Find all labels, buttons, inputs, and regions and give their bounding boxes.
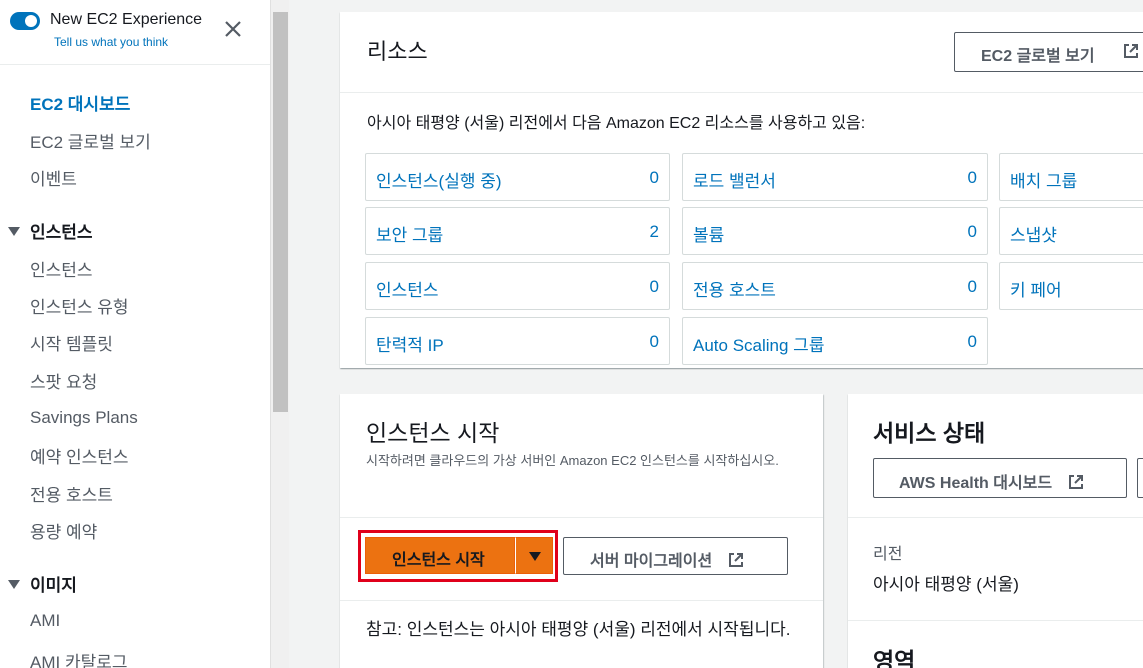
divider bbox=[340, 600, 823, 601]
resource-cell[interactable]: 배치 그룹 bbox=[999, 153, 1143, 201]
divider bbox=[340, 92, 1143, 93]
external-link-icon bbox=[1068, 475, 1083, 489]
resource-label: 인스턴스(실행 중) bbox=[376, 172, 502, 191]
resource-cell[interactable]: 키 페어 bbox=[999, 262, 1143, 310]
resource-label: 배치 그룹 bbox=[1010, 172, 1078, 191]
sidebar-item-launch-templates[interactable]: 시작 템플릿 bbox=[30, 330, 113, 355]
resources-description: 아시아 태평양 (서울) 리전에서 다음 Amazon EC2 리소스를 사용하… bbox=[367, 115, 866, 132]
divider bbox=[848, 517, 1143, 518]
resource-cell[interactable]: 인스턴스(실행 중) 0 bbox=[365, 153, 670, 201]
resource-cell[interactable]: 인스턴스 0 bbox=[365, 262, 670, 310]
service-health-panel: 서비스 상태 AWS Health 대시보드 리전 아시아 태평양 (서울) 영… bbox=[848, 394, 1143, 668]
new-experience-title: New EC2 Experience bbox=[50, 11, 203, 28]
sidebar-item-savings-plans[interactable]: Savings Plans bbox=[30, 408, 138, 428]
caret-down-icon bbox=[8, 227, 20, 236]
sidebar-section-images[interactable]: 이미지 bbox=[8, 571, 77, 596]
resource-cell[interactable]: Auto Scaling 그룹 0 bbox=[682, 317, 988, 365]
global-view-label: EC2 글로벌 보기 bbox=[981, 48, 1095, 65]
sidebar-item-ami[interactable]: AMI bbox=[30, 611, 60, 631]
new-experience-banner: New EC2 Experience Tell us what you thin… bbox=[10, 8, 260, 60]
resource-label: 보안 그룹 bbox=[376, 226, 444, 245]
migrate-server-button[interactable]: 서버 마이그레이션 bbox=[563, 537, 788, 575]
sidebar-item-instances[interactable]: 인스턴스 bbox=[30, 256, 93, 281]
sidebar-item-spot-requests[interactable]: 스팟 요청 bbox=[30, 368, 97, 393]
region-value: 아시아 태평양 (서울) bbox=[873, 575, 1019, 594]
sidebar-section-label: 이미지 bbox=[30, 576, 77, 595]
secondary-button[interactable] bbox=[1137, 458, 1143, 498]
resource-count: 0 bbox=[649, 332, 659, 351]
sidebar-scrollbar[interactable] bbox=[270, 0, 289, 668]
caret-down-icon bbox=[529, 552, 541, 561]
resource-label: 인스턴스 bbox=[376, 281, 439, 300]
sidebar-section-label: 인스턴스 bbox=[30, 223, 93, 242]
resource-count: 0 bbox=[967, 277, 977, 296]
resource-label: 볼륨 bbox=[693, 226, 725, 245]
resource-count: 0 bbox=[967, 332, 977, 351]
external-link-icon bbox=[1124, 44, 1138, 58]
region-label: 리전 bbox=[873, 546, 903, 563]
sidebar-item-instance-types[interactable]: 인스턴스 유형 bbox=[30, 293, 129, 318]
sidebar: New EC2 Experience Tell us what you thin… bbox=[0, 0, 270, 668]
sidebar-item-ec2-global-view[interactable]: EC2 글로벌 보기 bbox=[30, 128, 151, 153]
resource-count: 0 bbox=[967, 222, 977, 241]
launch-description: 시작하려면 클라우드의 가상 서버인 Amazon EC2 인스턴스를 시작하십… bbox=[366, 453, 779, 468]
new-experience-toggle[interactable] bbox=[10, 12, 40, 30]
sidebar-item-reserved-instances[interactable]: 예약 인스턴스 bbox=[30, 443, 129, 468]
resource-count: 0 bbox=[967, 168, 977, 187]
resource-cell[interactable]: 전용 호스트 0 bbox=[682, 262, 988, 310]
service-health-title: 서비스 상태 bbox=[873, 420, 986, 446]
resource-label: 탄력적 IP bbox=[376, 336, 444, 355]
scrollbar-thumb[interactable] bbox=[273, 12, 288, 412]
health-dashboard-label: AWS Health 대시보드 bbox=[899, 475, 1053, 492]
sidebar-item-capacity-reservations[interactable]: 용량 예약 bbox=[30, 518, 97, 543]
launch-instance-panel: 인스턴스 시작 시작하려면 클라우드의 가상 서버인 Amazon EC2 인스… bbox=[340, 394, 823, 668]
resource-label: 키 페어 bbox=[1010, 281, 1062, 300]
sidebar-divider bbox=[0, 64, 270, 65]
launch-instance-button[interactable]: 인스턴스 시작 bbox=[365, 537, 515, 574]
resource-count: 2 bbox=[649, 222, 659, 241]
resource-count: 0 bbox=[649, 168, 659, 187]
resource-cell[interactable]: 탄력적 IP 0 bbox=[365, 317, 670, 365]
resource-cell[interactable]: 보안 그룹 2 bbox=[365, 207, 670, 255]
ec2-global-view-button[interactable]: EC2 글로벌 보기 bbox=[954, 32, 1143, 72]
sidebar-section-instances[interactable]: 인스턴스 bbox=[8, 218, 93, 243]
sidebar-item-ec2-dashboard[interactable]: EC2 대시보드 bbox=[30, 90, 130, 115]
resource-label: 전용 호스트 bbox=[693, 281, 776, 300]
resource-cell[interactable]: 볼륨 0 bbox=[682, 207, 988, 255]
caret-down-icon bbox=[8, 580, 20, 589]
sidebar-item-ami-catalog[interactable]: AMI 카탈로그 bbox=[30, 648, 128, 668]
resource-label: 로드 밸런서 bbox=[693, 172, 776, 191]
resource-label: Auto Scaling 그룹 bbox=[693, 336, 825, 355]
feedback-link[interactable]: Tell us what you think bbox=[54, 35, 168, 49]
resource-label: 스냅샷 bbox=[1010, 226, 1057, 245]
resource-cell[interactable]: 스냅샷 bbox=[999, 207, 1143, 255]
close-icon[interactable] bbox=[222, 18, 244, 40]
launch-title: 인스턴스 시작 bbox=[366, 420, 500, 446]
external-link-icon bbox=[728, 553, 743, 567]
zones-title: 영역 bbox=[873, 648, 916, 668]
divider bbox=[848, 620, 1143, 621]
sidebar-item-dedicated-hosts[interactable]: 전용 호스트 bbox=[30, 481, 113, 506]
aws-health-dashboard-button[interactable]: AWS Health 대시보드 bbox=[873, 458, 1127, 498]
launch-note: 참고: 인스턴스는 아시아 태평양 (서울) 리전에서 시작됩니다. bbox=[366, 620, 791, 639]
launch-instance-dropdown[interactable] bbox=[515, 537, 553, 574]
sidebar-item-events[interactable]: 이벤트 bbox=[30, 165, 77, 190]
resources-title: 리소스 bbox=[367, 39, 428, 64]
migrate-label: 서버 마이그레이션 bbox=[590, 553, 713, 570]
resources-panel: 리소스 EC2 글로벌 보기 아시아 태평양 (서울) 리전에서 다음 Amaz… bbox=[340, 12, 1143, 368]
divider bbox=[340, 517, 823, 518]
resource-cell[interactable]: 로드 밸런서 0 bbox=[682, 153, 988, 201]
resource-count: 0 bbox=[649, 277, 659, 296]
